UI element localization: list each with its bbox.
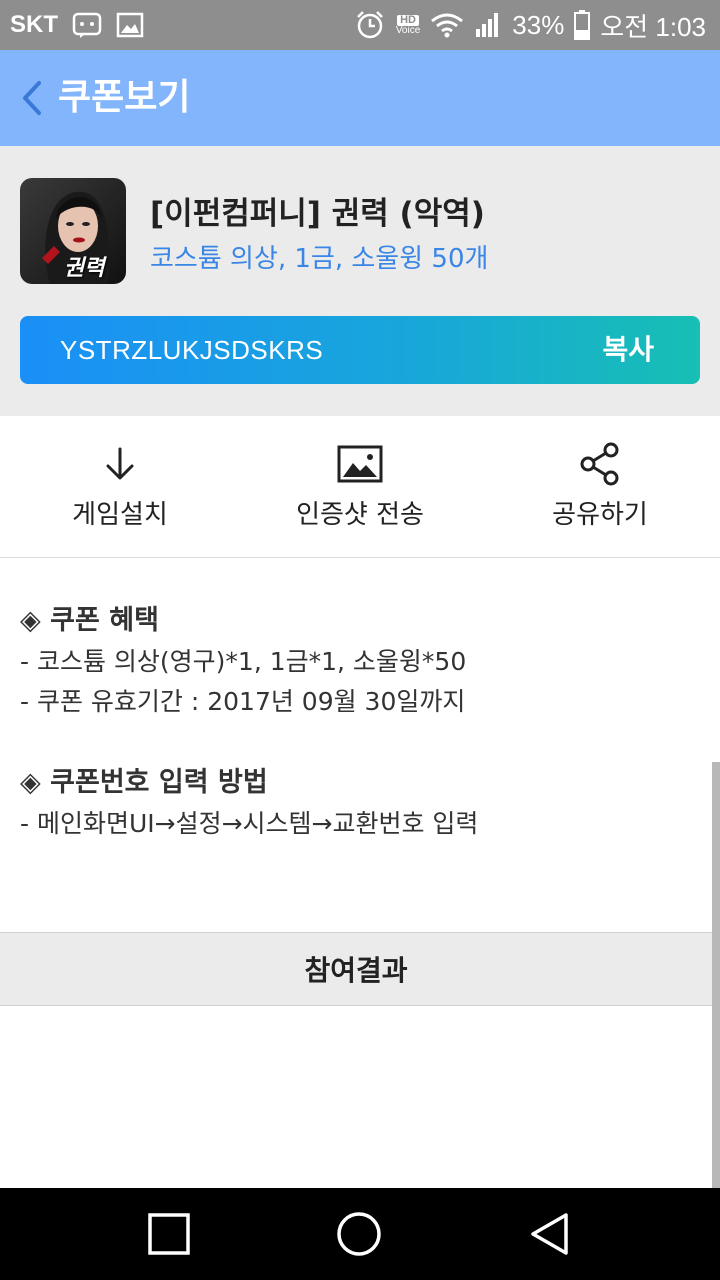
- method-line: - 메인화면UI→설정→시스템→교환번호 입력: [20, 809, 479, 838]
- coupon-summary: 권력 [이펀컴퍼니] 권력 (악역) 코스튬 의상, 1금, 소울윙 50개 Y…: [0, 146, 720, 416]
- install-game-button[interactable]: 게임설치: [0, 416, 240, 558]
- battery-percent: 33%: [512, 9, 565, 40]
- image-icon: [116, 12, 144, 38]
- hd-label: HD: [397, 14, 419, 26]
- benefit-line: - 코스튬 의상(영구)*1, 1금*1, 소울윙*50: [20, 647, 467, 676]
- voice-label: Voice: [395, 24, 421, 36]
- coupon-title: [이펀컴퍼니] 권력 (악역): [150, 196, 485, 232]
- app-header: 쿠폰보기: [0, 50, 720, 146]
- method-title: ◈ 쿠폰번호 입력 방법: [20, 767, 268, 798]
- coupon-code[interactable]: YSTRZLUKJSDSKRS: [60, 316, 323, 384]
- thumb-title: 권력: [64, 256, 105, 281]
- results-label: 참여결과: [304, 954, 408, 987]
- recent-apps-button[interactable]: [145, 1210, 193, 1258]
- back-button[interactable]: [12, 74, 52, 122]
- install-game-label: 게임설치: [72, 500, 168, 530]
- back-icon: [531, 1213, 568, 1255]
- signal-icon: [474, 11, 502, 39]
- chevron-left-icon: [23, 81, 41, 115]
- alarm-icon: [354, 9, 386, 41]
- action-row: 게임설치 인증샷 전송 공유하기: [0, 416, 720, 558]
- benefit-line: - 쿠폰 유효기간 : 2017년 09월 30일까지: [20, 687, 466, 716]
- copy-button[interactable]: 복사: [602, 316, 654, 384]
- share-label: 공유하기: [552, 500, 648, 530]
- results-tab[interactable]: 참여결과: [0, 932, 712, 1006]
- nav-back-button[interactable]: [526, 1210, 574, 1258]
- navigation-bar: [0, 1188, 720, 1280]
- download-icon: [106, 447, 134, 480]
- page-title: 쿠폰보기: [58, 77, 191, 118]
- coupon-reward: 코스튬 의상, 1금, 소울윙 50개: [150, 244, 489, 274]
- home-icon: [337, 1212, 381, 1256]
- coupon-info: ◈ 쿠폰 혜택 - 코스튬 의상(영구)*1, 1금*1, 소울윙*50 - 쿠…: [20, 600, 700, 844]
- carrier-label: SKT: [10, 11, 58, 38]
- message-icon: [72, 10, 102, 40]
- home-button[interactable]: [335, 1210, 383, 1258]
- battery-icon: [574, 10, 591, 40]
- coupon-code-bar: YSTRZLUKJSDSKRS 복사: [20, 316, 700, 384]
- send-screenshot-label: 인증샷 전송: [296, 500, 424, 530]
- clock: 오전 1:03: [600, 11, 706, 42]
- image-icon: [337, 445, 383, 483]
- wifi-icon: [430, 12, 464, 38]
- status-bar: SKT HD Voice 33% 오전 1:03: [0, 0, 720, 50]
- recent-apps-icon: [148, 1213, 190, 1255]
- benefit-title: ◈ 쿠폰 혜택: [20, 605, 159, 636]
- game-thumbnail: 권력: [20, 178, 126, 284]
- share-icon: [580, 442, 619, 486]
- share-button[interactable]: 공유하기: [480, 416, 720, 558]
- hd-voice-icon: HD Voice: [395, 14, 421, 36]
- send-screenshot-button[interactable]: 인증샷 전송: [240, 416, 480, 558]
- scrollbar[interactable]: [712, 762, 720, 1188]
